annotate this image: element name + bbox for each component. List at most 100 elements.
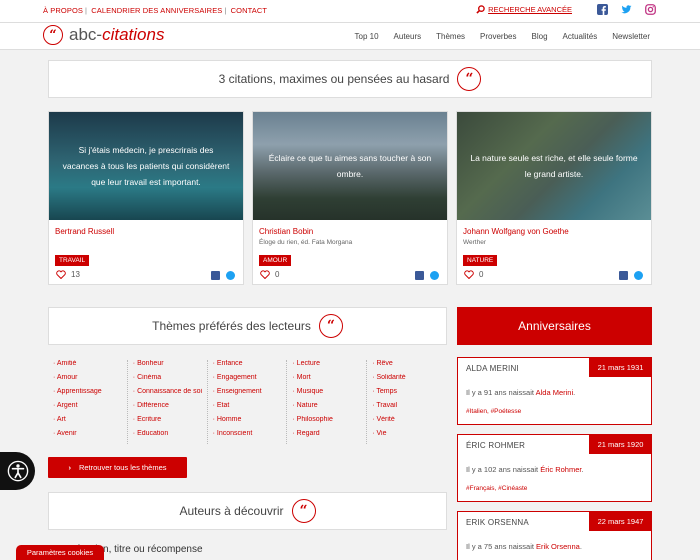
theme-link[interactable]: Engagement xyxy=(213,374,287,388)
themes-column: Bonheur Cinéma Connaissance de soi Diffé… xyxy=(128,360,208,444)
nav-themes[interactable]: Thèmes xyxy=(436,32,465,41)
twitter-icon[interactable] xyxy=(430,271,439,280)
nav-top10[interactable]: Top 10 xyxy=(355,32,379,41)
twitter-icon[interactable] xyxy=(621,4,632,15)
theme-link[interactable]: Enfance xyxy=(213,360,287,374)
theme-link[interactable]: Vie xyxy=(372,430,447,444)
theme-link[interactable]: Nature xyxy=(292,402,366,416)
all-themes-label: Retrouver tous les thèmes xyxy=(78,463,167,472)
instagram-icon[interactable] xyxy=(645,4,656,15)
like-button[interactable]: 13 xyxy=(56,270,80,279)
theme-link[interactable]: Enseignement xyxy=(213,388,287,402)
facebook-icon[interactable] xyxy=(211,271,220,280)
twitter-icon[interactable] xyxy=(634,271,643,280)
theme-link[interactable]: Connaissance de soi xyxy=(133,388,207,402)
heart-icon xyxy=(260,270,270,279)
accessibility-button[interactable] xyxy=(0,452,35,490)
anniversary-tags[interactable]: #Français, #Cinéaste xyxy=(466,485,527,492)
facebook-icon[interactable] xyxy=(597,4,608,15)
accessibility-icon xyxy=(7,460,28,482)
logo-text: abc-citations xyxy=(69,25,165,44)
share-buttons xyxy=(409,271,439,280)
quote-text: La nature seule est riche, et elle seule… xyxy=(470,153,638,179)
theme-link[interactable]: Mort xyxy=(292,374,366,388)
themes-title-box: Thèmes préférés des lecteurs “ xyxy=(48,307,447,345)
anniversary-name: ÉRIC ROHMER xyxy=(466,441,526,450)
quote-card[interactable]: Si j'étais médecin, je prescrirais des v… xyxy=(48,111,244,285)
theme-link[interactable]: Art xyxy=(53,416,127,430)
facebook-icon[interactable] xyxy=(619,271,628,280)
author-link[interactable]: Johann Wolfgang von Goethe xyxy=(463,227,569,236)
theme-link[interactable]: Amitié xyxy=(53,360,127,374)
about-link[interactable]: À PROPOS xyxy=(43,6,83,15)
theme-tag[interactable]: NATURE xyxy=(463,255,498,266)
author-link[interactable]: Bertrand Russell xyxy=(55,227,114,236)
calendar-link[interactable]: CALENDRIER DES ANNIVERSAIRES xyxy=(91,6,222,15)
theme-link[interactable]: Amour xyxy=(53,374,127,388)
nav-newsletter[interactable]: Newsletter xyxy=(612,32,650,41)
theme-link[interactable]: Temps xyxy=(372,388,447,402)
nav-proverbes[interactable]: Proverbes xyxy=(480,32,516,41)
share-buttons xyxy=(613,271,643,280)
contact-link[interactable]: CONTACT xyxy=(231,6,267,15)
theme-tag[interactable]: AMOUR xyxy=(259,255,292,266)
author-link[interactable]: Erik Orsenna xyxy=(536,542,580,551)
author-link[interactable]: Alda Merini xyxy=(536,388,574,397)
quote-card[interactable]: Éclaire ce que tu aimes sans toucher à s… xyxy=(252,111,448,285)
theme-link[interactable]: Éducation xyxy=(133,430,207,444)
theme-link[interactable]: Travail xyxy=(372,402,447,416)
quote-text: Éclaire ce que tu aimes sans toucher à s… xyxy=(268,153,432,179)
top-bar: À PROPOS | CALENDRIER DES ANNIVERSAIRES | … xyxy=(0,0,700,22)
theme-link[interactable]: Argent xyxy=(53,402,127,416)
like-button[interactable]: 0 xyxy=(464,270,483,279)
twitter-icon[interactable] xyxy=(226,271,235,280)
chevron-right-icon: › xyxy=(68,463,71,472)
anniversary-date: 21 mars 1931 xyxy=(589,357,652,377)
theme-link[interactable]: Inconscient xyxy=(213,430,287,444)
theme-link[interactable]: Avenir xyxy=(53,430,127,444)
all-themes-button[interactable]: › Retrouver tous les thèmes xyxy=(48,457,187,478)
anniversary-card: ERIK ORSENNA 22 mars 1947 Il y a 75 ans … xyxy=(457,511,652,560)
theme-link[interactable]: Rêve xyxy=(372,360,447,374)
site-logo[interactable]: “ abc-citations xyxy=(43,25,164,45)
quote-image: Éclaire ce que tu aimes sans toucher à s… xyxy=(253,112,447,220)
theme-link[interactable]: Apprentissage xyxy=(53,388,127,402)
search-icon xyxy=(476,5,485,14)
anniversary-name: ALDA MERINI xyxy=(466,364,519,373)
top-links: À PROPOS | CALENDRIER DES ANNIVERSAIRES | … xyxy=(43,6,268,15)
advanced-search-link[interactable]: RECHERCHE AVANCÉE xyxy=(476,5,572,14)
theme-link[interactable]: Homme xyxy=(213,416,287,430)
anniversary-text: Il y a 102 ans naissait Éric Rohmer. xyxy=(466,465,584,474)
theme-link[interactable]: Lecture xyxy=(292,360,366,374)
nav-blog[interactable]: Blog xyxy=(532,32,548,41)
facebook-icon[interactable] xyxy=(415,271,424,280)
theme-link[interactable]: Bonheur xyxy=(133,360,207,374)
anniversary-tags[interactable]: #Italien, #Poétesse xyxy=(466,408,521,415)
themes-column: Enfance Engagement Enseignement État Hom… xyxy=(208,360,288,444)
authors-title-box: Auteurs à découvrir “ xyxy=(48,492,447,530)
theme-link[interactable]: Philosophie xyxy=(292,416,366,430)
nav-auteurs[interactable]: Auteurs xyxy=(394,32,422,41)
author-link[interactable]: Christian Bobin xyxy=(259,227,313,236)
cookie-settings-button[interactable]: Paramètres cookies xyxy=(16,545,104,560)
anniversary-date: 22 mars 1947 xyxy=(589,511,652,531)
advanced-search-label: RECHERCHE AVANCÉE xyxy=(488,5,572,14)
theme-link[interactable]: Solidarité xyxy=(372,374,447,388)
like-count: 13 xyxy=(71,270,80,279)
theme-link[interactable]: Différence xyxy=(133,402,207,416)
like-button[interactable]: 0 xyxy=(260,270,279,279)
theme-link[interactable]: Musique xyxy=(292,388,366,402)
theme-link[interactable]: Vérité xyxy=(372,416,447,430)
anniversaries-title: Anniversaires xyxy=(457,307,652,345)
theme-link[interactable]: Écriture xyxy=(133,416,207,430)
like-count: 0 xyxy=(479,270,484,279)
main-header: “ abc-citations Top 10 Auteurs Thèmes Pr… xyxy=(0,22,700,50)
quote-card[interactable]: La nature seule est riche, et elle seule… xyxy=(456,111,652,285)
theme-link[interactable]: Regard xyxy=(292,430,366,444)
nav-actualites[interactable]: Actualités xyxy=(563,32,598,41)
author-link[interactable]: Éric Rohmer xyxy=(540,465,581,474)
theme-link[interactable]: Cinéma xyxy=(133,374,207,388)
theme-tag[interactable]: TRAVAIL xyxy=(55,255,90,266)
theme-link[interactable]: État xyxy=(213,402,287,416)
anniversary-card: ÉRIC ROHMER 21 mars 1920 Il y a 102 ans … xyxy=(457,434,652,502)
